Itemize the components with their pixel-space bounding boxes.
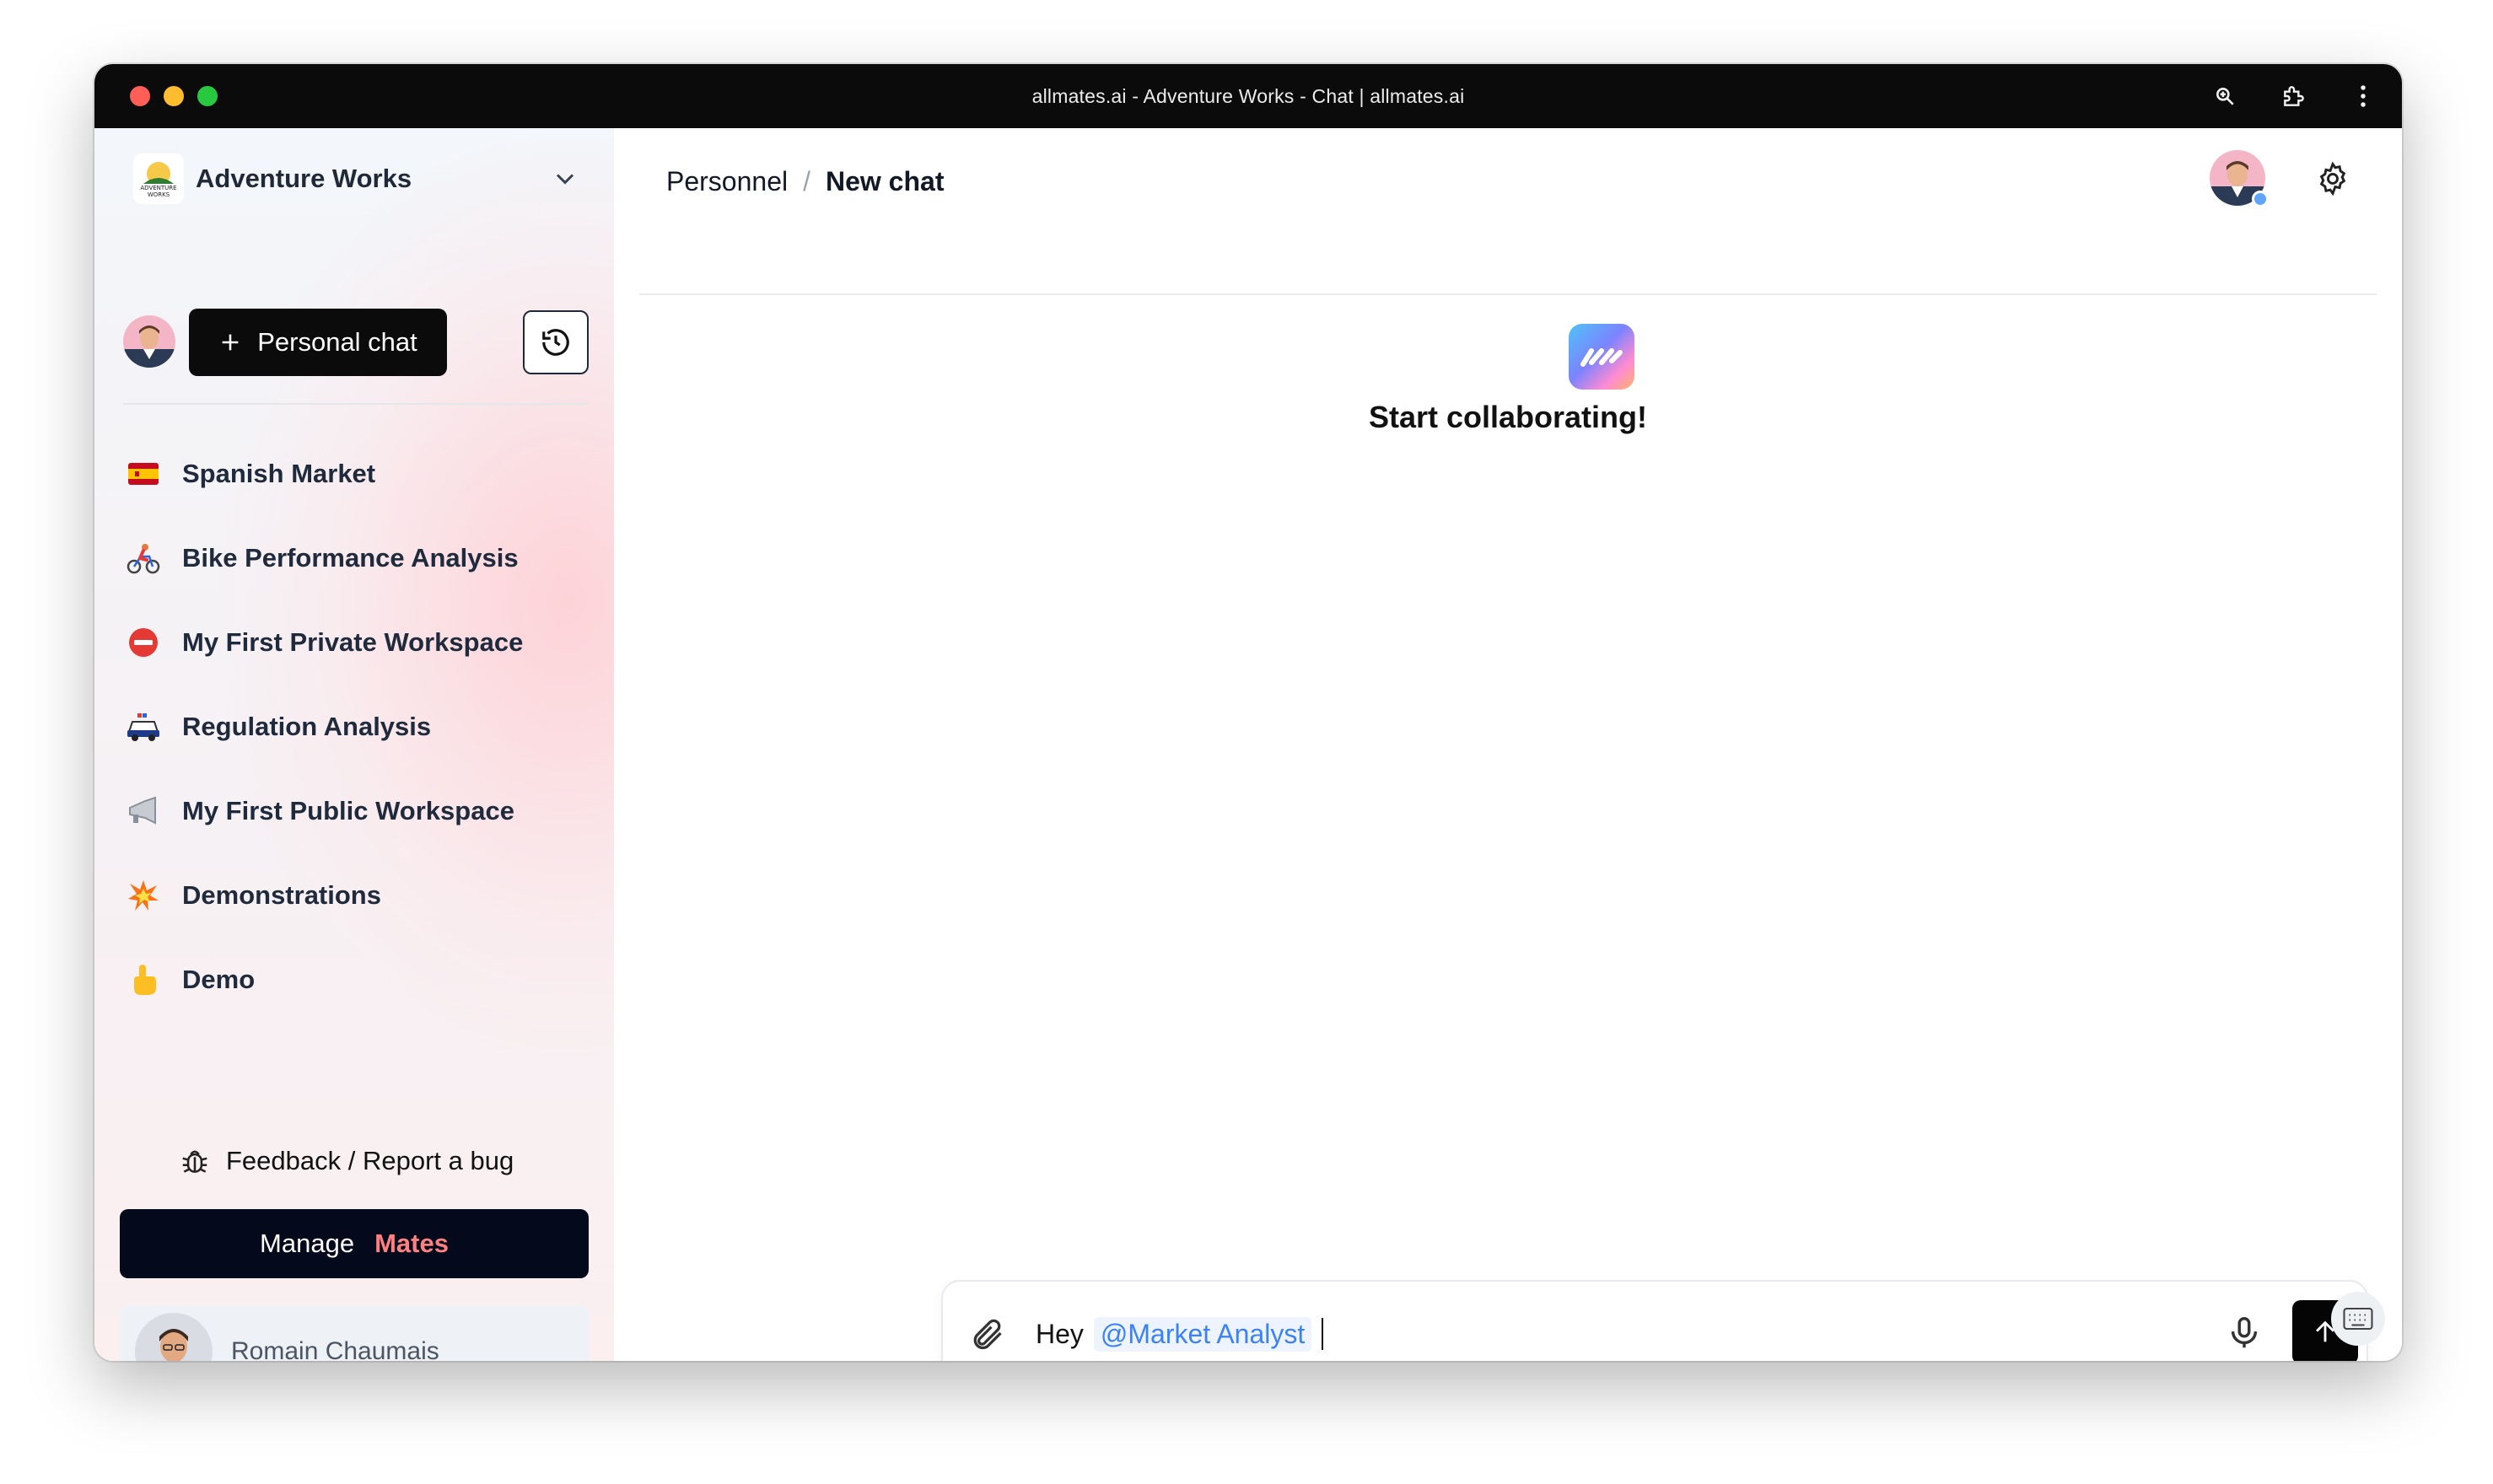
megaphone-icon	[125, 793, 162, 830]
manage-mates-button[interactable]: Manage Mates	[120, 1209, 589, 1278]
org-name: Adventure Works	[196, 164, 412, 193]
bug-icon	[182, 1150, 207, 1173]
sidebar-item-regulation-analysis[interactable]: Regulation Analysis	[125, 685, 597, 769]
paperclip-icon[interactable]	[968, 1315, 1005, 1352]
manage-label: Manage	[260, 1229, 355, 1258]
gear-icon[interactable]	[2314, 160, 2351, 197]
sidebar-divider	[123, 403, 589, 405]
sidebar-item-label: Spanish Market	[182, 459, 376, 488]
sidebar-item-label: Demo	[182, 965, 256, 994]
header-divider	[639, 293, 2377, 295]
breadcrumb: Personnel / New chat	[666, 160, 944, 202]
chevron-down-icon[interactable]	[550, 164, 580, 194]
header-avatar[interactable]	[2210, 150, 2269, 207]
sidebar-item-bike-performance[interactable]: Bike Performance Analysis	[125, 516, 597, 600]
cyclist-icon	[125, 540, 162, 577]
more-menu-icon[interactable]	[2350, 83, 2377, 110]
sidebar-item-label: Demonstrations	[182, 880, 381, 910]
feedback-label: Feedback / Report a bug	[226, 1146, 514, 1175]
org-logo-icon: ADVENTURE WORKS	[133, 153, 184, 204]
desktop-background: allmates.ai - Adventure Works - Chat | a…	[0, 0, 2493, 1484]
mention-chip[interactable]: @Market Analyst	[1093, 1316, 1312, 1352]
sidebar-item-label: Regulation Analysis	[182, 712, 432, 741]
personal-chat-label: Personal chat	[257, 327, 417, 357]
feedback-link[interactable]: Feedback / Report a bug	[179, 1140, 514, 1182]
allmates-logo-icon	[1569, 324, 1634, 390]
pointing-hand-icon	[125, 961, 162, 998]
breadcrumb-current: New chat	[825, 165, 945, 196]
text-caret	[1322, 1318, 1324, 1350]
manage-accent-label: Mates	[374, 1229, 449, 1258]
browser-window: allmates.ai - Adventure Works - Chat | a…	[94, 64, 2402, 1361]
zoom-icon[interactable]	[2211, 83, 2238, 110]
breadcrumb-parent[interactable]: Personnel	[666, 166, 788, 197]
no-entry-icon	[125, 624, 162, 661]
sidebar-item-public-workspace[interactable]: My First Public Workspace	[125, 769, 597, 853]
plus-icon	[222, 334, 239, 351]
police-car-icon	[125, 708, 162, 745]
microphone-icon[interactable]	[2225, 1314, 2264, 1352]
history-icon	[542, 329, 569, 356]
message-composer[interactable]: Hey @Market Analyst	[941, 1280, 2368, 1361]
breadcrumb-separator: /	[803, 165, 810, 196]
personal-chat-button[interactable]: Personal chat	[189, 309, 447, 376]
avatar	[135, 1313, 213, 1361]
message-input[interactable]: Hey @Market Analyst	[1036, 1314, 1324, 1354]
collision-icon	[125, 877, 162, 914]
title-bar: allmates.ai - Adventure Works - Chat | a…	[94, 64, 2402, 128]
sidebar-item-demonstrations[interactable]: Demonstrations	[125, 853, 597, 938]
org-switcher[interactable]: ADVENTURE WORKS Adventure Works	[133, 153, 580, 204]
svg-text:WORKS: WORKS	[148, 191, 170, 198]
keyboard-icon	[2343, 1307, 2373, 1331]
hero-title: Start collaborating!	[1368, 400, 1648, 434]
sidebar-item-label: Bike Performance Analysis	[182, 543, 519, 573]
spain-flag-icon	[125, 455, 162, 492]
workspace-list: Spanish Market Bike Performance Analysis…	[125, 432, 597, 1022]
main-panel: Personnel / New chat Start collaborating…	[614, 128, 2402, 1361]
user-name: Romain Chaumais	[231, 1337, 439, 1361]
history-button[interactable]	[523, 310, 589, 374]
sidebar-item-private-workspace[interactable]: My First Private Workspace	[125, 600, 597, 685]
extensions-icon[interactable]	[2280, 83, 2307, 110]
svg-text:ADVENTURE: ADVENTURE	[140, 185, 176, 191]
sidebar-item-demo[interactable]: Demo	[125, 938, 597, 1022]
message-text: Hey	[1036, 1318, 1084, 1349]
sidebar: ADVENTURE WORKS Adventure Works Personal…	[94, 128, 614, 1361]
user-avatar-small[interactable]	[123, 315, 175, 368]
sidebar-item-label: My First Private Workspace	[182, 627, 524, 657]
window-title: allmates.ai - Adventure Works - Chat | a…	[1031, 85, 1465, 107]
sidebar-item-label: My First Public Workspace	[182, 796, 514, 825]
sidebar-item-spanish-market[interactable]: Spanish Market	[125, 432, 597, 516]
user-profile-card[interactable]: Romain Chaumais	[120, 1305, 589, 1361]
title-bar-icons	[2211, 64, 2377, 128]
keyboard-shortcuts-button[interactable]	[2331, 1292, 2385, 1346]
online-status-indicator	[2252, 191, 2269, 207]
